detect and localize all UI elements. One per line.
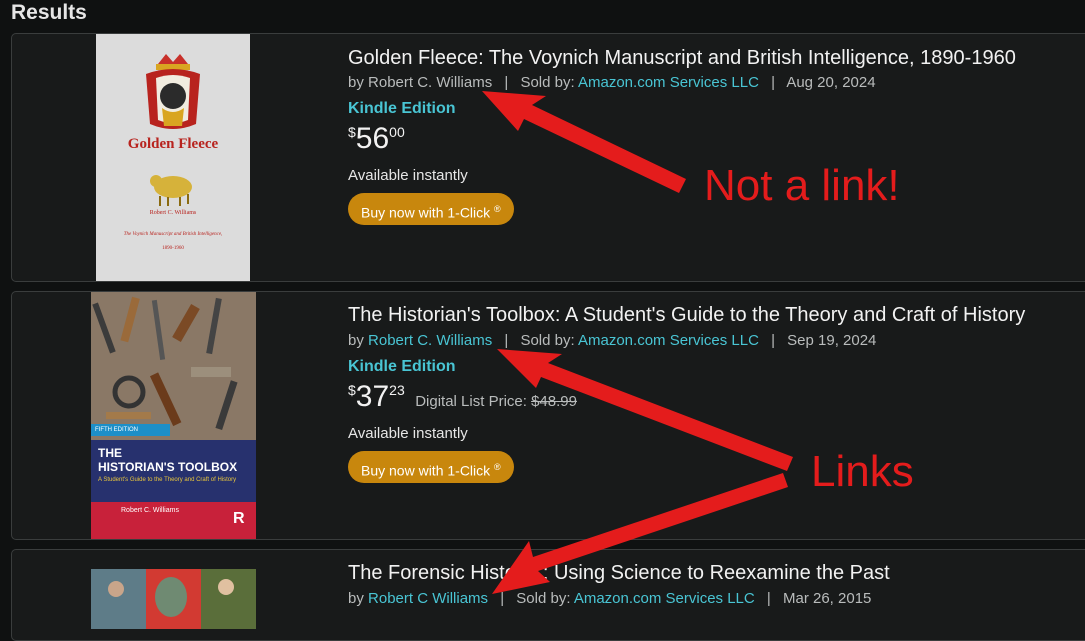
- arrow-link-1: [497, 349, 793, 471]
- arrow-link-2: [492, 473, 788, 594]
- annotation-links: Links: [811, 447, 914, 496]
- annotation-not-a-link: Not a link!: [704, 161, 900, 210]
- annotation-arrows: [482, 91, 793, 594]
- arrow-not-a-link: [482, 91, 686, 193]
